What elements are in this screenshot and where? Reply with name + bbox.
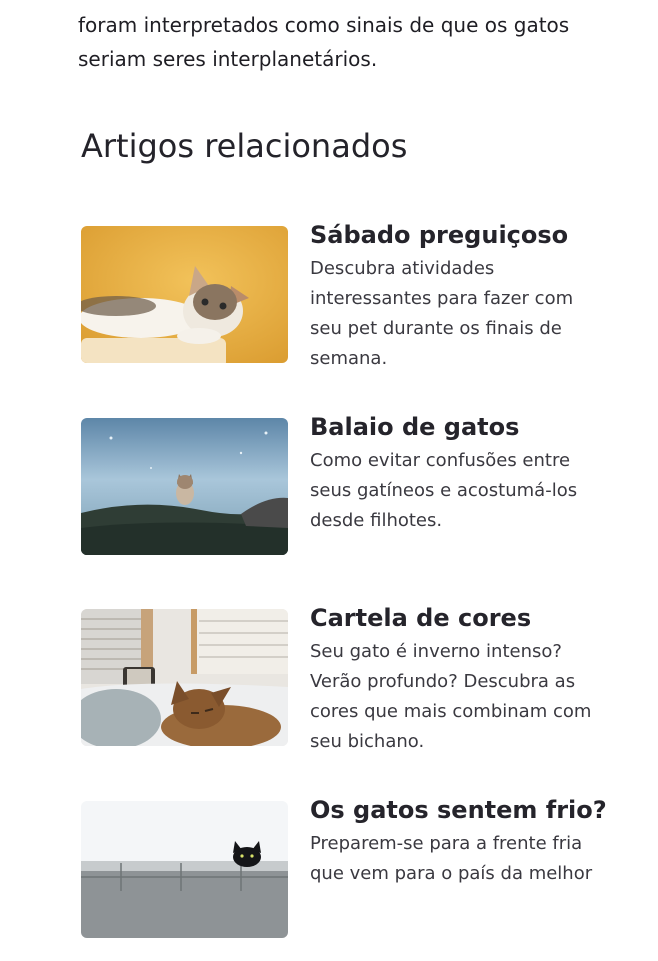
- article-title[interactable]: Sábado preguiçoso: [310, 218, 568, 252]
- article-description: Como evitar confusões entre seus gatíneo…: [310, 450, 578, 531]
- article-description: Seu gato é inverno intenso? Verão profun…: [310, 641, 592, 752]
- article-title[interactable]: Balaio de gatos: [310, 410, 519, 444]
- kitten-in-field-photo: [81, 418, 288, 555]
- intro-paragraph: foram interpretados como sinais de que o…: [78, 13, 570, 71]
- article-description: Preparem-se para a frente fria que vem p…: [310, 833, 593, 884]
- related-article-card[interactable]: Balaio de gatos Como evitar confusões en…: [81, 413, 611, 578]
- article-title[interactable]: Os gatos sentem frio?: [310, 793, 607, 827]
- article-thumbnail[interactable]: [81, 418, 288, 555]
- article-thumbnail[interactable]: [81, 801, 288, 938]
- related-article-card[interactable]: Cartela de cores Seu gato é inverno inte…: [81, 604, 611, 769]
- article-thumbnail[interactable]: [81, 226, 288, 363]
- related-article-card[interactable]: Os gatos sentem frio? Preparem-se para a…: [81, 796, 611, 961]
- black-cat-behind-wall-photo: [81, 801, 288, 938]
- related-article-card[interactable]: Sábado preguiçoso Descubra atividades in…: [81, 221, 611, 386]
- article-description: Descubra atividades interessantes para f…: [310, 258, 574, 369]
- article-title[interactable]: Cartela de cores: [310, 601, 531, 635]
- article-thumbnail[interactable]: [81, 609, 288, 746]
- kitten-on-yellow-photo: [81, 226, 288, 363]
- related-articles-heading: Artigos relacionados: [81, 127, 408, 165]
- cat-sleeping-on-bed-photo: [81, 609, 288, 746]
